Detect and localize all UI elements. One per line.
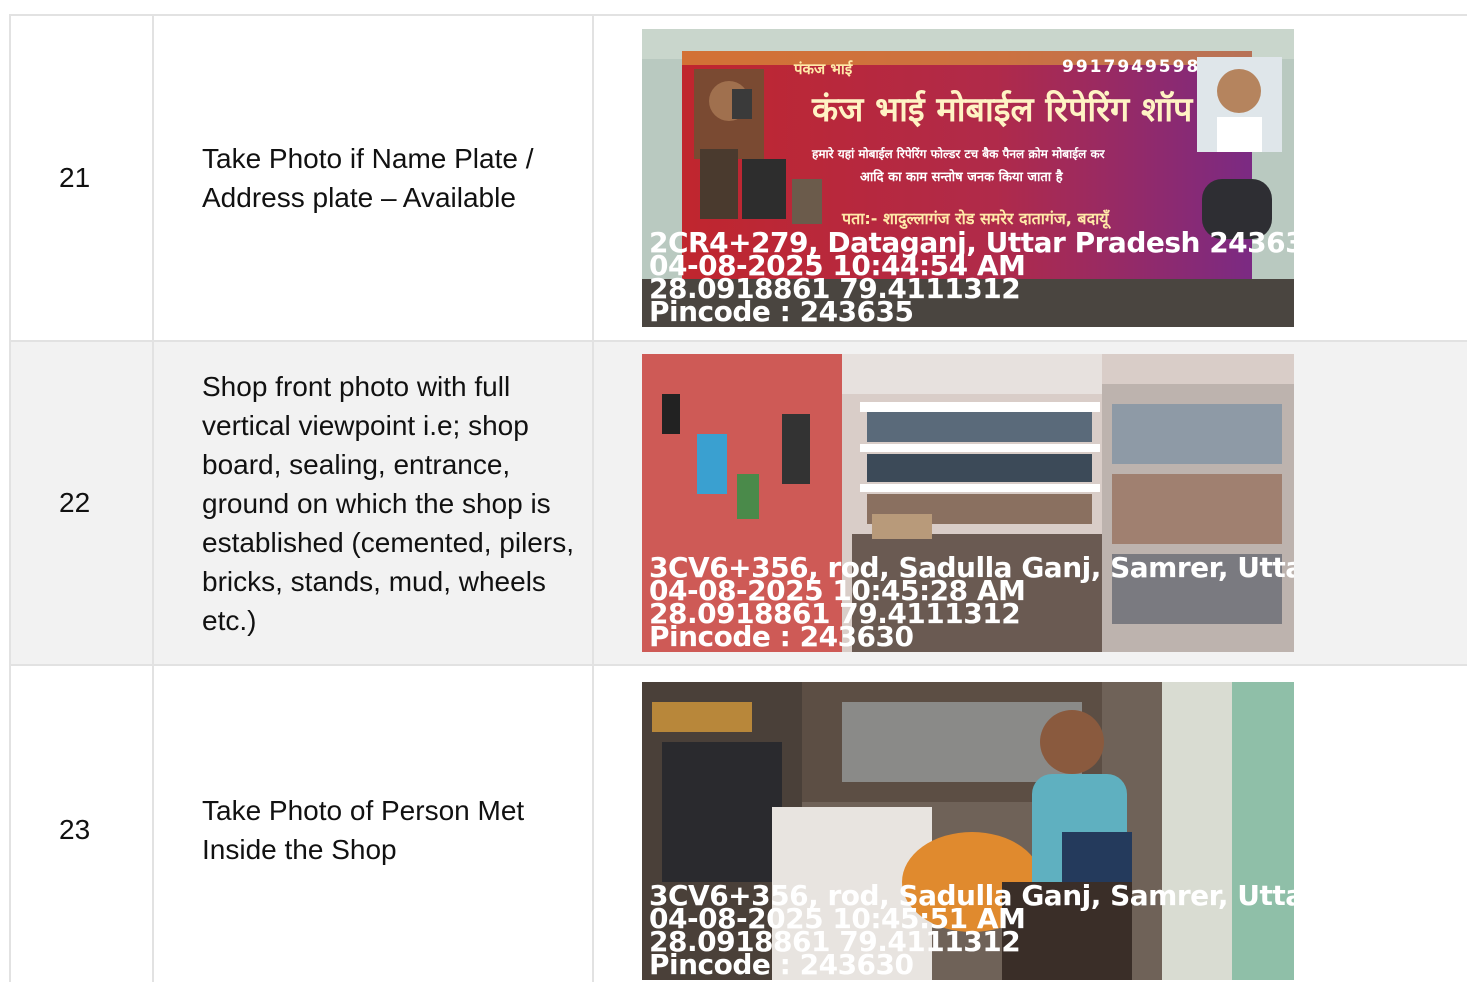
geo-stamp: 3CV6+356, rod, Sadulla Ganj, Samrer, Utt… xyxy=(649,884,1294,976)
photo-cell: 3CV6+356, rod, Sadulla Ganj, Samrer, Utt… xyxy=(592,340,1467,666)
sign-phone: 9917949598 xyxy=(1062,57,1201,77)
table-row: 22 Shop front photo with full vertical v… xyxy=(9,340,1467,666)
geo-stamp: 2CR4+279, Dataganj, Uttar Pradesh 243635… xyxy=(649,231,1294,323)
row-description: Shop front photo with full vertical view… xyxy=(152,340,594,666)
table-row: 23 Take Photo of Person Met Inside the S… xyxy=(9,664,1467,982)
sign-services-line: हमारे यहां मोबाईल रिपेरिंग फोल्डर टच बैक… xyxy=(812,147,1105,161)
sign-tagline: आदि का काम सन्तोष जनक किया जाता है xyxy=(860,170,1063,185)
sign-owner-name: पंकज भाई xyxy=(794,60,853,78)
table-row: 21 Take Photo if Name Plate / Address pl… xyxy=(9,14,1467,342)
sign-address: पता:- शादुल्लागंज रोड समरेर दातागंज, बदा… xyxy=(842,209,1109,228)
verification-table: 21 Take Photo if Name Plate / Address pl… xyxy=(9,14,1467,982)
photo-cell: पंकज भाई 9917949598 कंज भाई मोबाईल रिपेर… xyxy=(592,14,1467,342)
report-page: 21 Take Photo if Name Plate / Address pl… xyxy=(0,0,1467,982)
geo-stamp: 3CV6+356, rod, Sadulla Ganj, Samrer, Utt… xyxy=(649,556,1294,648)
row-number: 21 xyxy=(9,14,154,342)
shop-front-photo[interactable]: 3CV6+356, rod, Sadulla Ganj, Samrer, Utt… xyxy=(642,354,1294,652)
row-number: 23 xyxy=(9,664,154,982)
name-plate-photo[interactable]: पंकज भाई 9917949598 कंज भाई मोबाईल रिपेर… xyxy=(642,29,1294,327)
row-description: Take Photo if Name Plate / Address plate… xyxy=(152,14,594,342)
row-description: Take Photo of Person Met Inside the Shop xyxy=(152,664,594,982)
row-number: 22 xyxy=(9,340,154,666)
person-met-photo[interactable]: 3CV6+356, rod, Sadulla Ganj, Samrer, Utt… xyxy=(642,682,1294,980)
sign-shop-title: कंज भाई मोबाईल रिपेरिंग शॉप xyxy=(812,90,1193,130)
photo-cell: 3CV6+356, rod, Sadulla Ganj, Samrer, Utt… xyxy=(592,664,1467,982)
